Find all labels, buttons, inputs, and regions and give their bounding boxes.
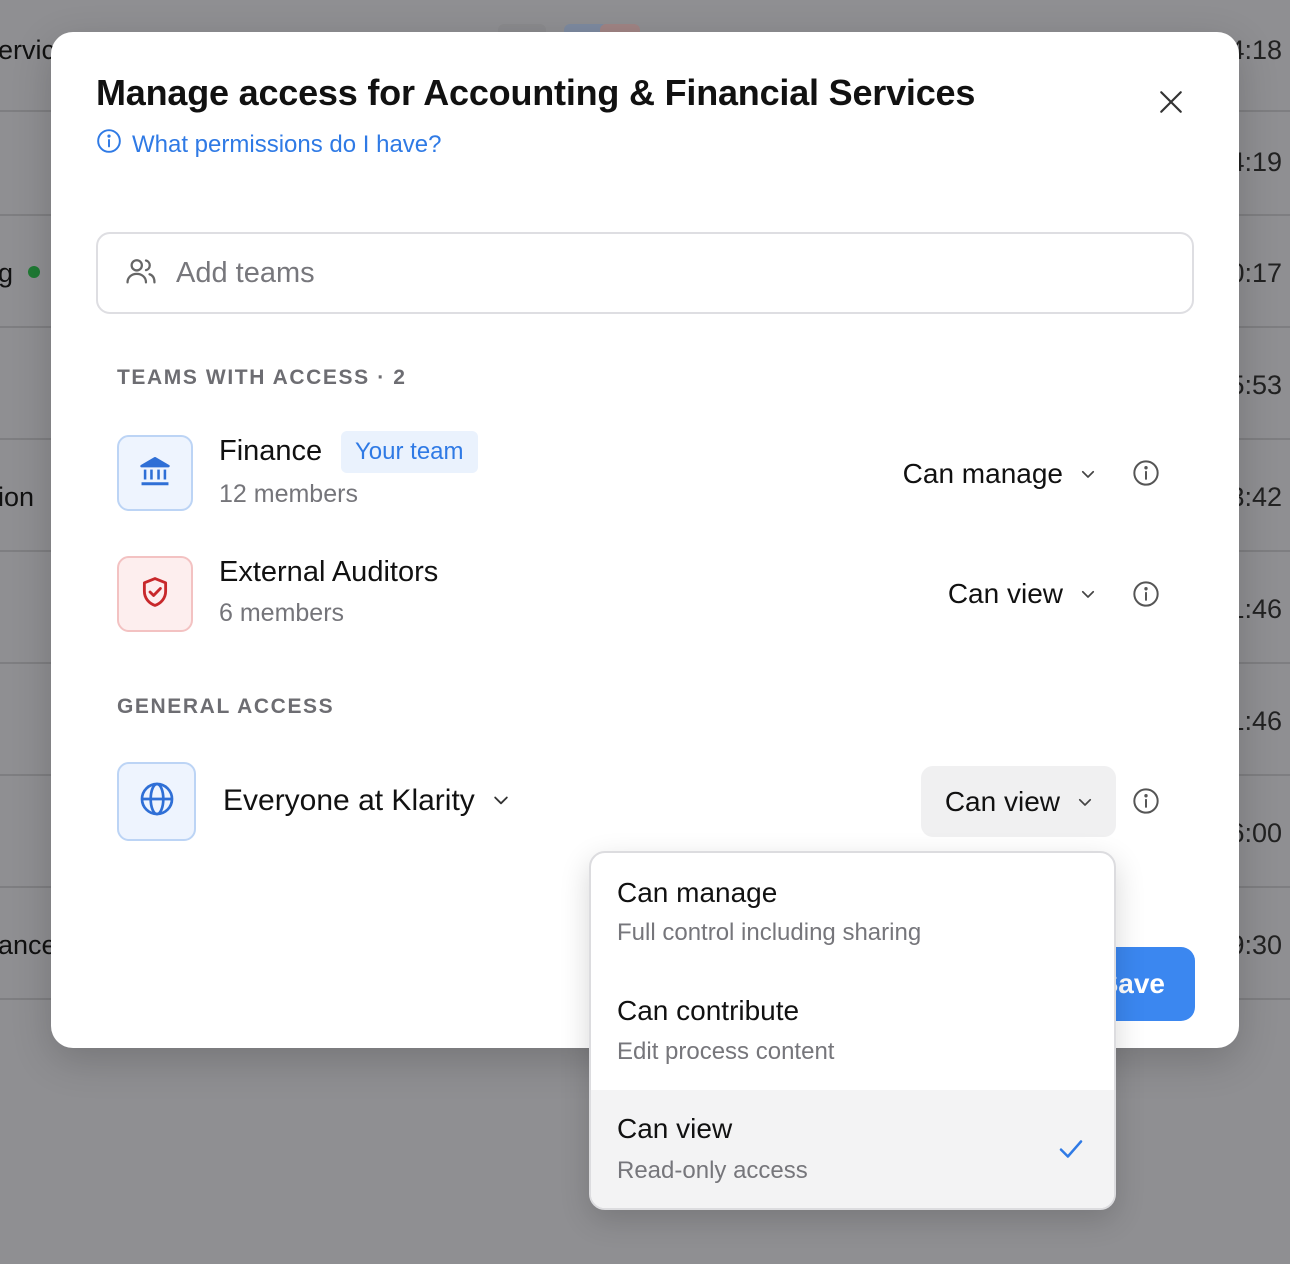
teams-section-label: TEAMS WITH ACCESS · 2: [117, 366, 407, 389]
permission-value: Can view: [947, 578, 1063, 609]
your-team-badge: Your team: [341, 431, 478, 473]
shield-check-icon: [138, 575, 172, 614]
menu-item-title: Can manage: [617, 877, 778, 908]
info-icon[interactable]: [1132, 787, 1160, 815]
menu-item-description: Edit process content: [617, 1038, 835, 1065]
permission-dropdown-menu: Can manage Full control including sharin…: [589, 851, 1116, 1210]
bank-icon: [138, 454, 172, 493]
close-button[interactable]: [1155, 88, 1187, 120]
menu-item-can-manage[interactable]: Can manage Full control including sharin…: [591, 853, 1114, 971]
globe-icon: [139, 781, 175, 822]
menu-item-can-view[interactable]: Can view Read-only access: [591, 1090, 1114, 1208]
general-access-scope: Everyone at Klarity: [223, 784, 475, 817]
info-icon[interactable]: [1132, 459, 1160, 487]
chevron-down-icon: [1079, 458, 1097, 490]
modal-title: Manage access for Accounting & Financial…: [96, 72, 976, 113]
menu-item-description: Read-only access: [617, 1157, 808, 1184]
status-dot: [28, 266, 40, 278]
permission-select-general[interactable]: Can view: [921, 766, 1116, 837]
chevron-down-icon: [491, 784, 511, 818]
menu-item-can-contribute[interactable]: Can contribute Edit process content: [591, 971, 1114, 1090]
permissions-help-link[interactable]: What permissions do I have?: [96, 128, 441, 161]
team-name: Finance: [219, 435, 323, 467]
info-circle-icon: [96, 128, 122, 161]
general-access-section-label: GENERAL ACCESS: [117, 695, 335, 718]
chevron-down-icon: [1079, 578, 1097, 610]
menu-item-title: Can view: [617, 1113, 733, 1144]
bg-row-name: ion: [0, 482, 35, 512]
chevron-down-icon: [1076, 786, 1094, 818]
team-member-count: 6 members: [219, 599, 345, 627]
team-avatar: [117, 556, 193, 632]
permission-select-finance[interactable]: Can manage: [903, 452, 1097, 496]
check-icon: [1056, 1134, 1086, 1164]
info-icon[interactable]: [1132, 580, 1160, 608]
users-icon: [124, 254, 158, 293]
general-access-avatar: [117, 762, 196, 841]
general-access-scope-select[interactable]: Everyone at Klarity: [223, 784, 511, 818]
bg-row-name: g: [0, 258, 14, 288]
bg-row-name: ervic: [0, 35, 56, 65]
team-name: External Auditors: [219, 556, 439, 588]
menu-item-title: Can contribute: [617, 995, 800, 1026]
add-teams-field[interactable]: [96, 232, 1194, 314]
permission-value: Can view: [944, 785, 1060, 817]
bg-row-name: ance: [0, 930, 57, 960]
help-link-label: What permissions do I have?: [132, 130, 442, 158]
close-icon: [1158, 89, 1184, 120]
permission-value: Can manage: [902, 458, 1063, 489]
menu-item-description: Full control including sharing: [617, 919, 922, 946]
team-member-count: 12 members: [219, 480, 358, 508]
team-avatar: [117, 435, 193, 511]
add-teams-input[interactable]: [176, 256, 1076, 290]
permission-select-auditors[interactable]: Can view: [948, 572, 1097, 616]
